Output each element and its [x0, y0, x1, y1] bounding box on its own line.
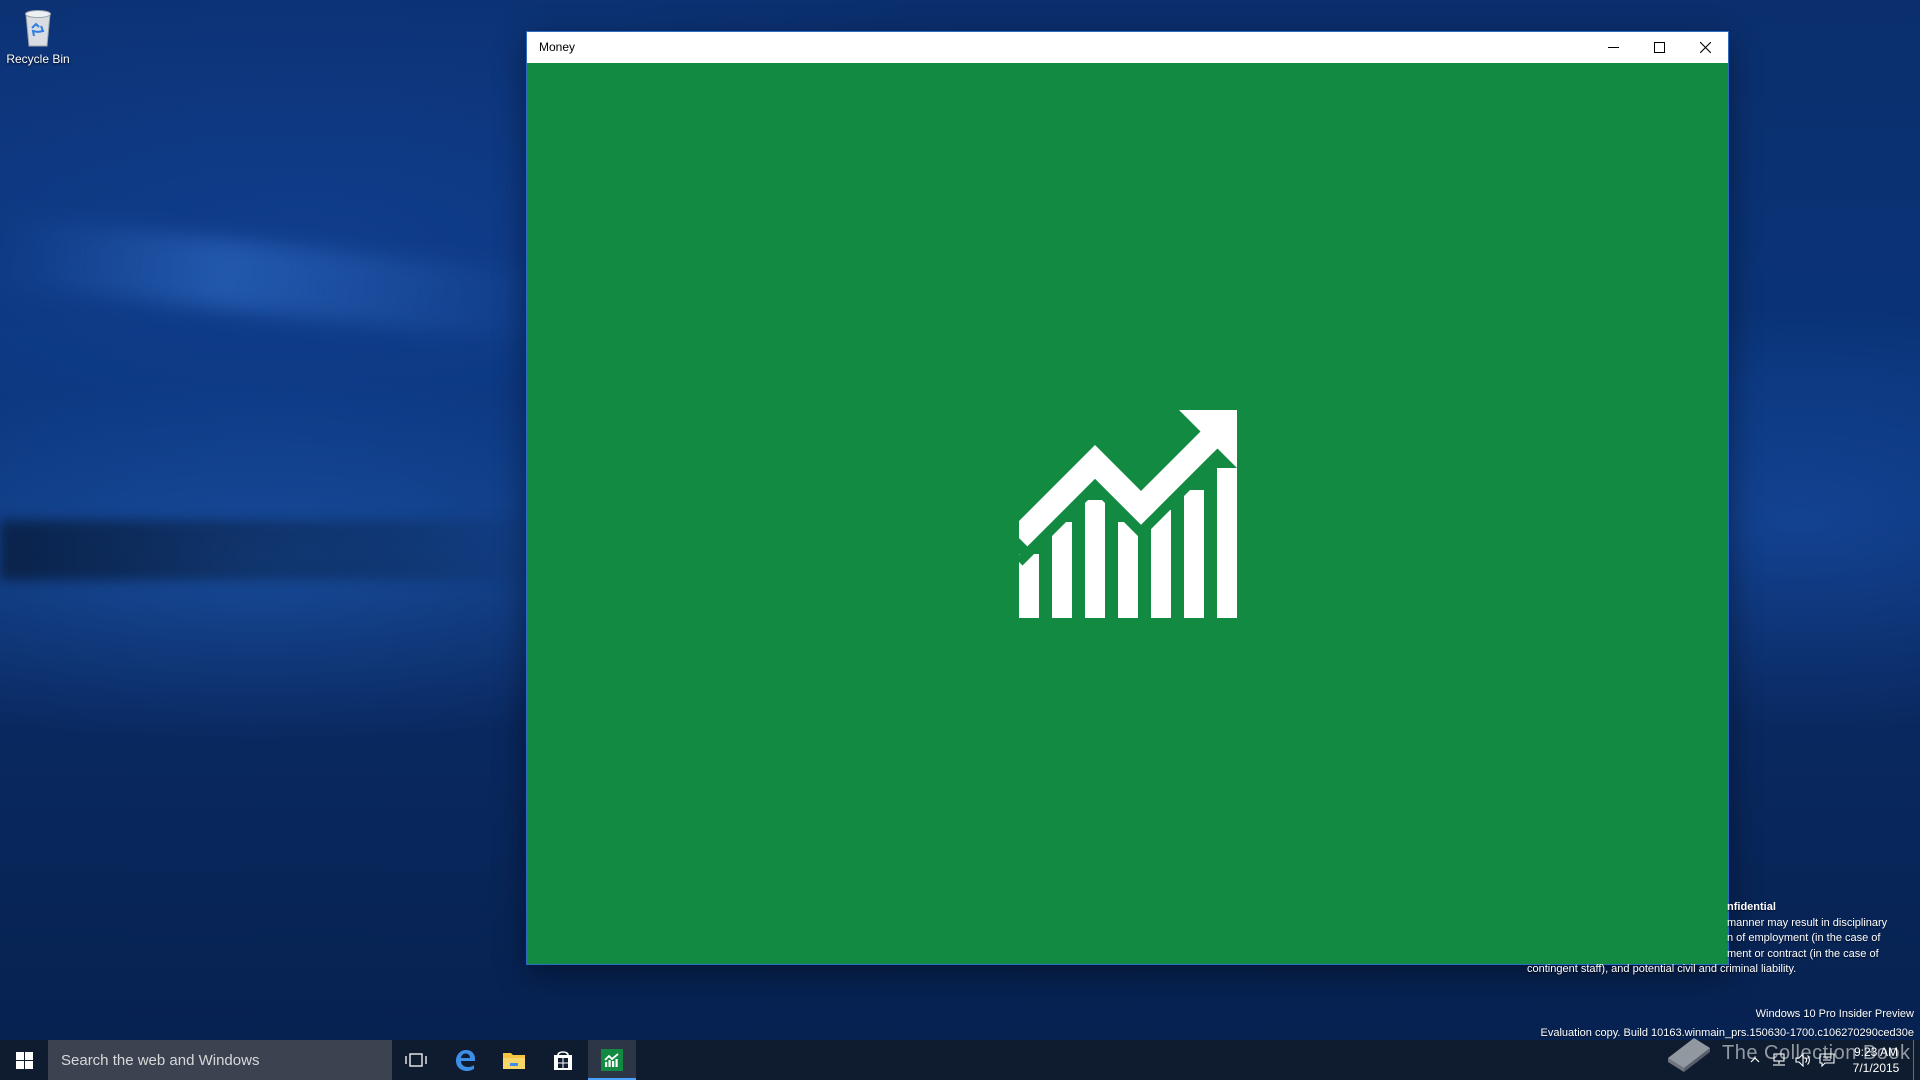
task-view-button[interactable]	[392, 1040, 440, 1080]
site-watermark: The Collection Book	[1664, 1034, 1910, 1072]
minimize-icon	[1607, 47, 1619, 48]
confidential-title: nfidential	[1727, 901, 1776, 913]
recycle-bin[interactable]: Recycle Bin	[4, 6, 72, 66]
wallpaper-light-beam	[0, 215, 563, 345]
task-view-icon	[405, 1053, 427, 1067]
search-input[interactable]	[59, 1044, 383, 1076]
store-icon	[554, 1051, 572, 1070]
confidential-line: contingent staff), and potential civil a…	[1527, 963, 1797, 975]
money-app-icon	[601, 1049, 623, 1071]
money-app-button[interactable]	[588, 1040, 636, 1080]
confidential-line: n of employment (in the case of	[1727, 932, 1881, 944]
book-logo-icon	[1668, 1038, 1710, 1072]
money-window: Money	[527, 32, 1728, 964]
site-watermark-text: The Collection Book	[1722, 1041, 1911, 1064]
confidential-line: ment or contract (in the case of	[1727, 947, 1879, 960]
maximize-button[interactable]	[1636, 32, 1682, 63]
taskbar: 9:23 AM 7/1/2015	[0, 1040, 1920, 1080]
windows-logo-icon	[15, 1051, 33, 1069]
window-titlebar[interactable]: Money	[527, 32, 1728, 63]
file-explorer-icon	[503, 1053, 525, 1069]
show-desktop-button[interactable]	[1913, 1040, 1920, 1080]
confidential-notice: nfidential manner may result in discipli…	[1527, 900, 1917, 978]
store-button[interactable]	[539, 1040, 587, 1080]
wallpaper-shadow-beam	[0, 520, 560, 580]
search-box[interactable]	[48, 1040, 392, 1080]
edge-button[interactable]	[441, 1040, 489, 1080]
maximize-icon	[1653, 42, 1665, 53]
close-button[interactable]	[1682, 32, 1728, 63]
recycle-bin-icon	[25, 10, 51, 47]
edition-text: Windows 10 Pro Insider Preview	[1755, 1008, 1914, 1020]
file-explorer-button[interactable]	[490, 1040, 538, 1080]
close-icon	[1699, 42, 1711, 53]
edge-icon	[456, 1050, 475, 1071]
money-chart-icon	[1019, 410, 1237, 618]
confidential-line: manner may result in disciplinary	[1727, 916, 1888, 929]
recycle-bin-label: Recycle Bin	[6, 52, 70, 66]
start-button[interactable]	[0, 1040, 48, 1080]
window-title: Money	[539, 40, 576, 54]
minimize-button[interactable]	[1590, 32, 1636, 63]
